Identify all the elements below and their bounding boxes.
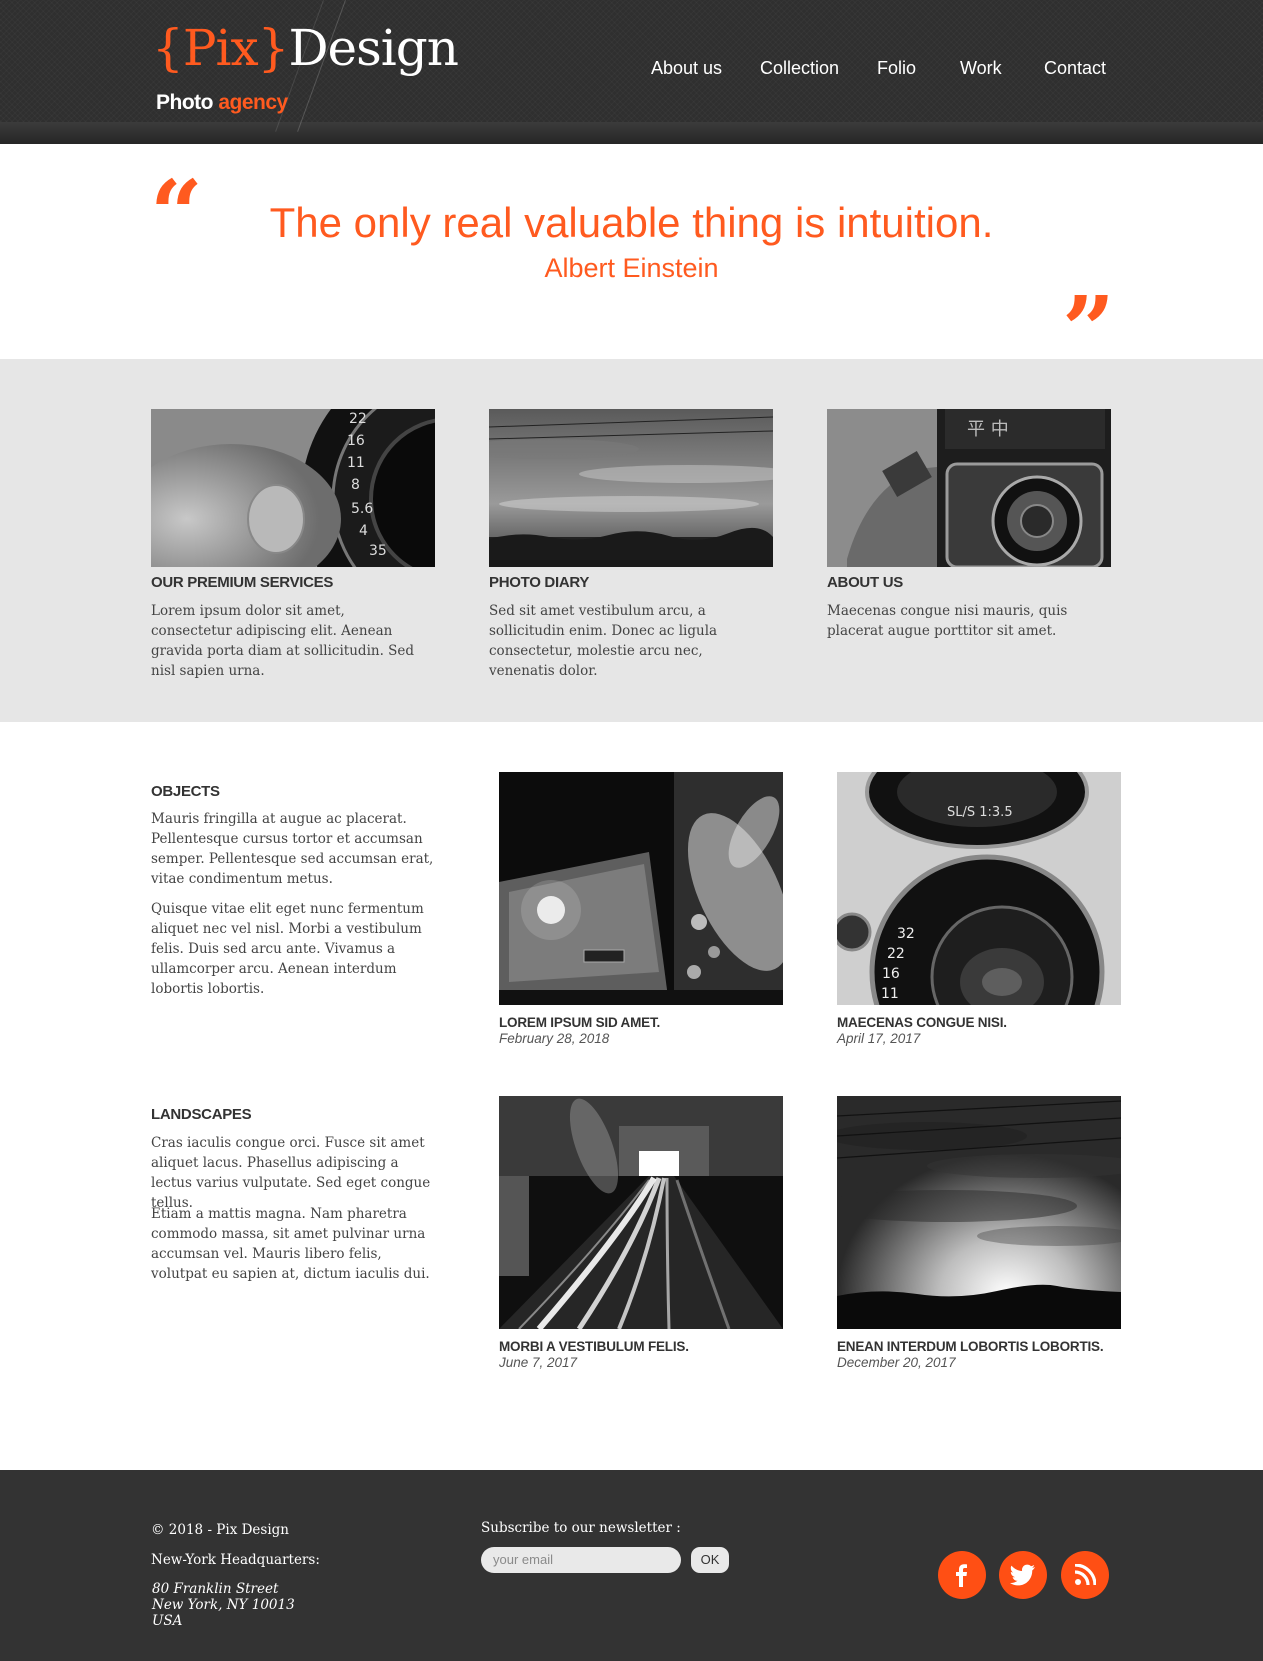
site-logo[interactable]: {Pix}Design [152, 18, 459, 78]
svg-text:11: 11 [881, 986, 899, 1002]
twitter-icon [1010, 1564, 1035, 1586]
svg-text:8: 8 [351, 477, 360, 493]
feature-image-photo-diary[interactable] [489, 409, 773, 567]
svg-text:22: 22 [887, 946, 905, 962]
newsletter-email-input[interactable] [481, 1547, 681, 1573]
photo-caption[interactable]: MORBI A VESTIBULUM FELIS. [499, 1339, 689, 1354]
svg-text:5.6: 5.6 [351, 501, 373, 517]
gallery-photo-camera-lenses[interactable]: SL/S 1:3.5 32 22 16 11 [837, 772, 1121, 1005]
logo-brace-close: } [257, 19, 290, 77]
twitter-button[interactable] [999, 1551, 1047, 1599]
photo-date: June 7, 2017 [499, 1355, 578, 1370]
svg-text:SL/S 1:3.5: SL/S 1:3.5 [947, 805, 1013, 820]
photo-date: February 28, 2018 [499, 1031, 610, 1046]
nav-collection[interactable]: Collection [760, 58, 839, 79]
gallery-photo-sunset-clouds[interactable] [837, 1096, 1121, 1329]
svg-text:平 中: 平 中 [967, 419, 1009, 440]
rss-button[interactable] [1061, 1551, 1109, 1599]
header-shadow-strip [0, 122, 1263, 144]
photo-caption[interactable]: MAECENAS CONGUE NISI. [837, 1015, 1007, 1030]
tagline-agency: agency [218, 91, 288, 114]
footer-address-line: USA [152, 1613, 183, 1629]
gallery-photo-night-building[interactable] [499, 772, 783, 1005]
section-title-landscapes: LANDSCAPES [151, 1106, 252, 1123]
footer-address-line: 80 Franklin Street [152, 1581, 279, 1597]
newsletter-ok-button[interactable]: OK [691, 1547, 729, 1573]
logo-pix: Pix [182, 19, 259, 77]
nav-contact[interactable]: Contact [1044, 58, 1106, 79]
photo-date: April 17, 2017 [837, 1031, 921, 1046]
svg-text:16: 16 [882, 966, 900, 982]
footer-hq-label: New-York Headquarters: [151, 1552, 320, 1568]
section-paragraph: Etiam a mattis magna. Nam pharetra commo… [151, 1206, 430, 1282]
feature-text-photo-diary: Sed sit amet vestibulum arcu, a sollicit… [489, 603, 718, 679]
photo-caption[interactable]: LOREM IPSUM SID AMET. [499, 1015, 660, 1030]
svg-text:11: 11 [347, 455, 365, 471]
logo-brace-open: { [152, 19, 184, 77]
feature-text-services: Lorem ipsum dolor sit amet, consectetur … [151, 603, 415, 679]
feature-image-about-us[interactable]: 平 中 [827, 409, 1111, 567]
facebook-icon [956, 1564, 967, 1587]
rss-icon [1074, 1564, 1096, 1586]
footer-address-line: New York, NY 10013 [152, 1597, 295, 1613]
svg-text:16: 16 [347, 433, 365, 449]
tagline-photo: Photo [156, 91, 213, 114]
feature-title-services: OUR PREMIUM SERVICES [151, 574, 334, 591]
svg-text:32: 32 [897, 926, 915, 942]
footer-copyright: © 2018 - Pix Design [151, 1522, 289, 1538]
svg-text:4: 4 [359, 523, 368, 539]
newsletter-label: Subscribe to our newsletter : [481, 1520, 681, 1536]
feature-image-services[interactable]: 22 16 11 8 5.6 4 35 [151, 409, 435, 567]
svg-text:35: 35 [369, 543, 387, 559]
feature-title-about-us: ABOUT US [827, 574, 903, 591]
gallery-photo-light-trails[interactable] [499, 1096, 783, 1329]
photo-date: December 20, 2017 [837, 1355, 956, 1370]
feature-text-about-us: Maecenas congue nisi mauris, quis placer… [827, 603, 1068, 639]
quote-text: The only real valuable thing is intuitio… [269, 199, 994, 246]
photo-caption[interactable]: ENEAN INTERDUM LOBORTIS LOBORTIS. [837, 1339, 1104, 1354]
section-paragraph: Quisque vitae elit eget nunc fermentum a… [151, 901, 424, 997]
site-tagline: Photo agency [156, 90, 288, 116]
feature-title-photo-diary: PHOTO DIARY [489, 574, 590, 591]
nav-work[interactable]: Work [960, 58, 1002, 79]
section-title-objects: OBJECTS [151, 783, 220, 800]
nav-folio[interactable]: Folio [877, 58, 916, 79]
section-paragraph: Cras iaculis congue orci. Fusce sit amet… [151, 1135, 431, 1211]
logo-design: Design [288, 19, 459, 77]
svg-text:22: 22 [349, 411, 367, 427]
nav-about-us[interactable]: About us [651, 58, 722, 79]
section-paragraph: Mauris fringilla at augue ac placerat. P… [151, 811, 434, 887]
facebook-button[interactable] [938, 1551, 986, 1599]
